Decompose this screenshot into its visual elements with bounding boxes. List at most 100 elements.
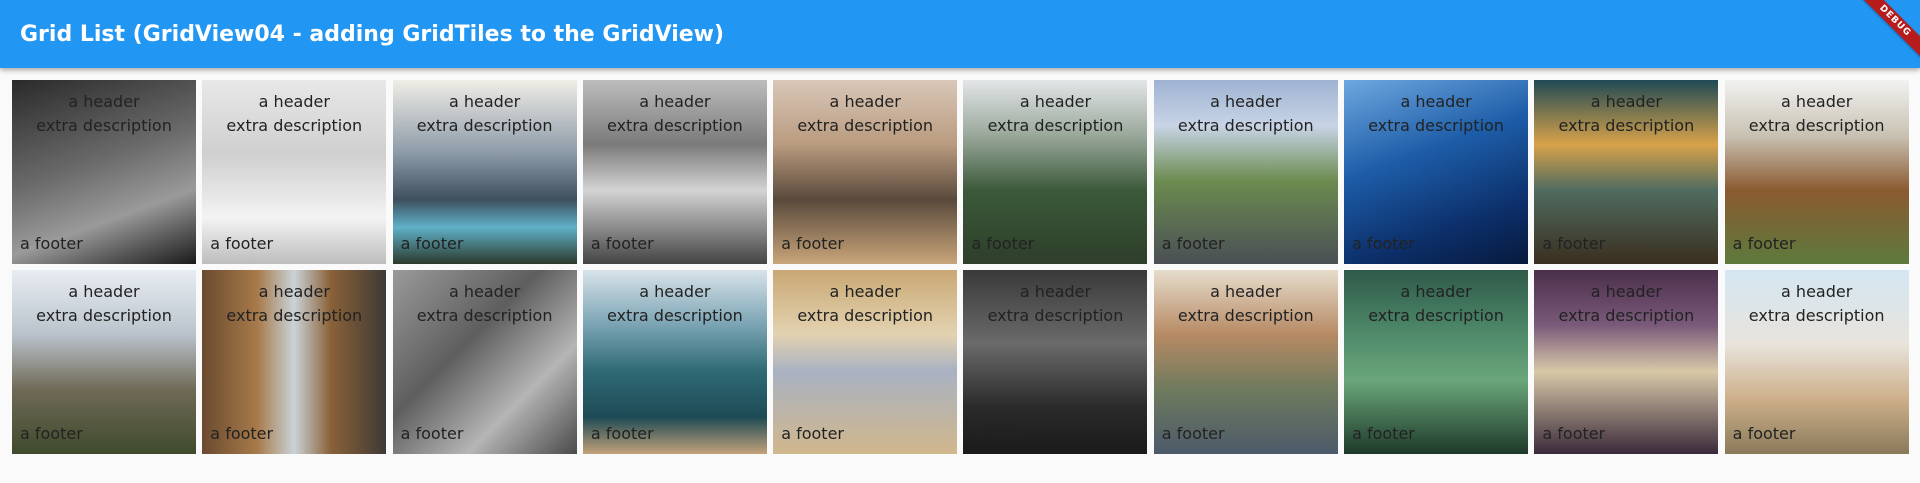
grid-tile[interactable]: a header extra description a footer	[1724, 80, 1909, 264]
tile-footer: a footer	[1542, 234, 1606, 253]
tile-header-title: a header	[68, 92, 140, 111]
tile-footer: a footer	[781, 234, 844, 253]
grid-tile[interactable]: a header extra description a footer	[773, 270, 958, 454]
tile-footer: a footer	[590, 234, 654, 253]
tile-header-title: a header	[258, 282, 330, 301]
tile-footer: a footer	[20, 234, 83, 253]
grid-tile[interactable]: a header extra description a footer	[1344, 270, 1529, 454]
tile-header-description: extra description	[36, 116, 172, 135]
tile-header-title: a header	[448, 92, 521, 111]
grid-tile[interactable]: a header extra description a footer	[1724, 270, 1909, 454]
tile-header-description: extra description	[416, 116, 553, 135]
page-bottom	[0, 458, 1920, 483]
tile-header-description: extra description	[1558, 116, 1695, 135]
tile-header-description: extra description	[797, 116, 934, 135]
tile-header: a header extra description	[202, 280, 386, 328]
grid-tile[interactable]: a header extra description a footer	[1153, 270, 1338, 454]
tile-header-title: a header	[1590, 282, 1662, 301]
tile-header-title: a header	[1019, 282, 1092, 301]
app-bar-title: Grid List (GridView04 - adding GridTiles…	[20, 21, 725, 47]
grid-tile[interactable]: a header extra description a footer	[1534, 80, 1719, 264]
tile-header: a header extra description	[1344, 90, 1528, 138]
tile-header: a header extra description	[583, 90, 767, 138]
tile-header-description: extra description	[226, 306, 363, 325]
tile-header-title: a header	[1019, 92, 1092, 111]
grid-tile[interactable]: a header extra description a footer	[773, 80, 958, 264]
tile-footer: a footer	[971, 424, 1035, 443]
tile-header-title: a header	[448, 282, 521, 301]
grid-tile[interactable]: a header extra description a footer	[1153, 80, 1338, 264]
tile-header: a header extra description	[1154, 280, 1338, 328]
tile-header-title: a header	[1400, 282, 1472, 301]
tile-header-description: extra description	[416, 306, 553, 325]
tile-header: a header extra description	[1725, 90, 1909, 138]
tile-footer: a footer	[400, 424, 464, 443]
tile-header-description: extra description	[987, 116, 1124, 135]
tile-header-title: a header	[639, 92, 711, 111]
tile-footer: a footer	[1352, 424, 1415, 443]
grid-tile[interactable]: a header extra description a footer	[963, 80, 1148, 264]
tile-header-title: a header	[1781, 92, 1853, 111]
grid-tile[interactable]: a header extra description a footer	[202, 270, 387, 454]
grid-tile[interactable]: a header extra description a footer	[392, 80, 577, 264]
tile-footer: a footer	[210, 424, 274, 443]
grid-tile[interactable]: a header extra description a footer	[1344, 80, 1529, 264]
tile-header-description: extra description	[1558, 306, 1695, 325]
tile-header-description: extra description	[1748, 306, 1885, 325]
grid-tile[interactable]: a header extra description a footer	[582, 270, 767, 454]
grid-view[interactable]: a header extra description a footer a heade…	[12, 80, 1909, 454]
tile-header-title: a header	[68, 282, 140, 301]
tile-header-description: extra description	[1177, 116, 1314, 135]
tile-header: a header extra description	[12, 280, 196, 328]
debug-banner: DEBUG	[1852, 0, 1920, 68]
app-bar: Grid List (GridView04 - adding GridTiles…	[0, 0, 1920, 68]
tile-header-description: extra description	[1177, 306, 1314, 325]
tile-header-title: a header	[1210, 92, 1282, 111]
tile-header-title: a header	[639, 282, 711, 301]
grid-tile[interactable]: a header extra description a footer	[1534, 270, 1719, 454]
grid-tile[interactable]: a header extra description a footer	[12, 270, 196, 454]
tile-header: a header extra description	[12, 90, 196, 138]
tile-header-description: extra description	[607, 306, 743, 325]
tile-header: a header extra description	[1534, 280, 1718, 328]
tile-header-title: a header	[829, 92, 901, 111]
tile-header-title: a header	[829, 282, 901, 301]
grid-tile[interactable]: a header extra description a footer	[963, 270, 1148, 454]
tile-footer: a footer	[1732, 234, 1796, 253]
tile-header: a header extra description	[773, 90, 957, 138]
tile-footer: a footer	[781, 424, 844, 443]
tile-header: a header extra description	[1344, 280, 1528, 328]
tile-header: a header extra description	[963, 90, 1147, 138]
tile-footer: a footer	[590, 424, 654, 443]
tile-header: a header extra description	[1725, 280, 1909, 328]
tile-header-description: extra description	[607, 116, 743, 135]
tile-header: a header extra description	[583, 280, 767, 328]
tile-header-title: a header	[1590, 92, 1662, 111]
tile-header-description: extra description	[36, 306, 172, 325]
tile-header: a header extra description	[393, 90, 577, 138]
tile-footer: a footer	[1732, 424, 1796, 443]
tile-header-title: a header	[1400, 92, 1472, 111]
tile-header-description: extra description	[1368, 116, 1504, 135]
grid-tile[interactable]: a header extra description a footer	[12, 80, 196, 264]
tile-header: a header extra description	[1534, 90, 1718, 138]
tile-header-description: extra description	[797, 306, 934, 325]
tile-header-description: extra description	[1748, 116, 1885, 135]
tile-footer: a footer	[210, 234, 274, 253]
grid-tile[interactable]: a header extra description a footer	[392, 270, 577, 454]
tile-footer: a footer	[1161, 234, 1225, 253]
grid-tile[interactable]: a header extra description a footer	[582, 80, 767, 264]
tile-header: a header extra description	[393, 280, 577, 328]
tile-header: a header extra description	[1154, 90, 1338, 138]
tile-footer: a footer	[1352, 234, 1415, 253]
tile-header-description: extra description	[987, 306, 1124, 325]
tile-footer: a footer	[20, 424, 83, 443]
tile-header: a header extra description	[773, 280, 957, 328]
tile-footer: a footer	[400, 234, 464, 253]
tile-header: a header extra description	[202, 90, 386, 138]
tile-footer: a footer	[1161, 424, 1225, 443]
tile-footer: a footer	[971, 234, 1035, 253]
tile-footer: a footer	[1542, 424, 1606, 443]
tile-header-description: extra description	[226, 116, 363, 135]
grid-tile[interactable]: a header extra description a footer	[202, 80, 387, 264]
